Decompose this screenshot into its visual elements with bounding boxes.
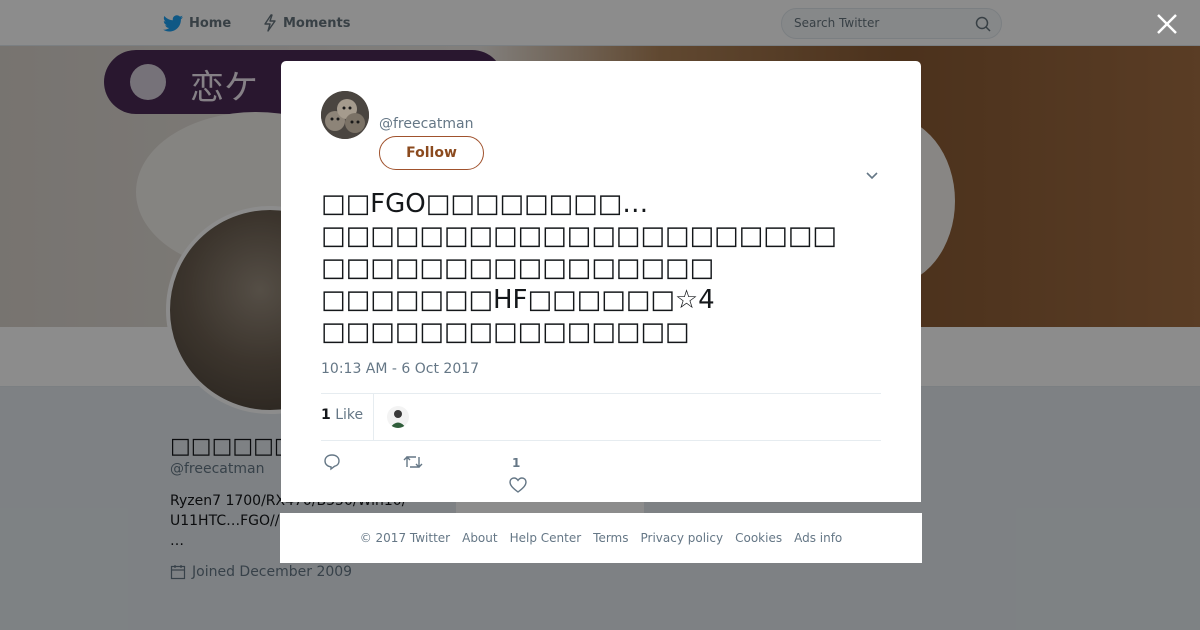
footer-link-ads-info[interactable]: Ads info	[794, 531, 842, 545]
tweet-author-handle[interactable]: @freecatman	[379, 116, 473, 132]
footer: © 2017 Twitter About Help Center Terms P…	[280, 513, 922, 563]
divider	[321, 440, 881, 441]
heart-icon[interactable]	[509, 477, 527, 493]
follow-button[interactable]: Follow	[379, 136, 484, 170]
footer-link-cookies[interactable]: Cookies	[735, 531, 782, 545]
stat-divider	[373, 394, 374, 441]
like-count: 1	[321, 407, 331, 423]
liker-avatar[interactable]	[387, 406, 409, 428]
tweet-modal: @freecatman Follow □□FGO□□□□□□□□… □□□□□□…	[281, 61, 921, 502]
tweet-text: □□FGO□□□□□□□□… □□□□□□□□□□□□□□□□□□□□□ □□□…	[321, 189, 837, 347]
footer-link-help-center[interactable]: Help Center	[510, 531, 582, 545]
reply-icon[interactable]	[323, 453, 341, 471]
action-like-count: 1	[512, 456, 521, 470]
tweet-timestamp[interactable]: 10:13 AM - 6 Oct 2017	[321, 361, 479, 377]
tweet-author-avatar[interactable]	[321, 91, 369, 139]
person-icon	[390, 410, 406, 428]
footer-link-terms[interactable]: Terms	[593, 531, 628, 545]
close-icon[interactable]	[1155, 12, 1179, 36]
footer-copyright: © 2017 Twitter	[359, 531, 451, 545]
chevron-down-icon[interactable]	[865, 171, 879, 181]
like-label: Like	[335, 407, 364, 423]
like-stat[interactable]: 1 Like	[321, 407, 363, 423]
retweet-icon[interactable]	[402, 453, 424, 471]
footer-link-privacy[interactable]: Privacy policy	[641, 531, 724, 545]
tweet-stats: 1 Like	[321, 394, 881, 441]
footer-link-about[interactable]: About	[462, 531, 497, 545]
cat-photo-icon	[321, 91, 369, 139]
